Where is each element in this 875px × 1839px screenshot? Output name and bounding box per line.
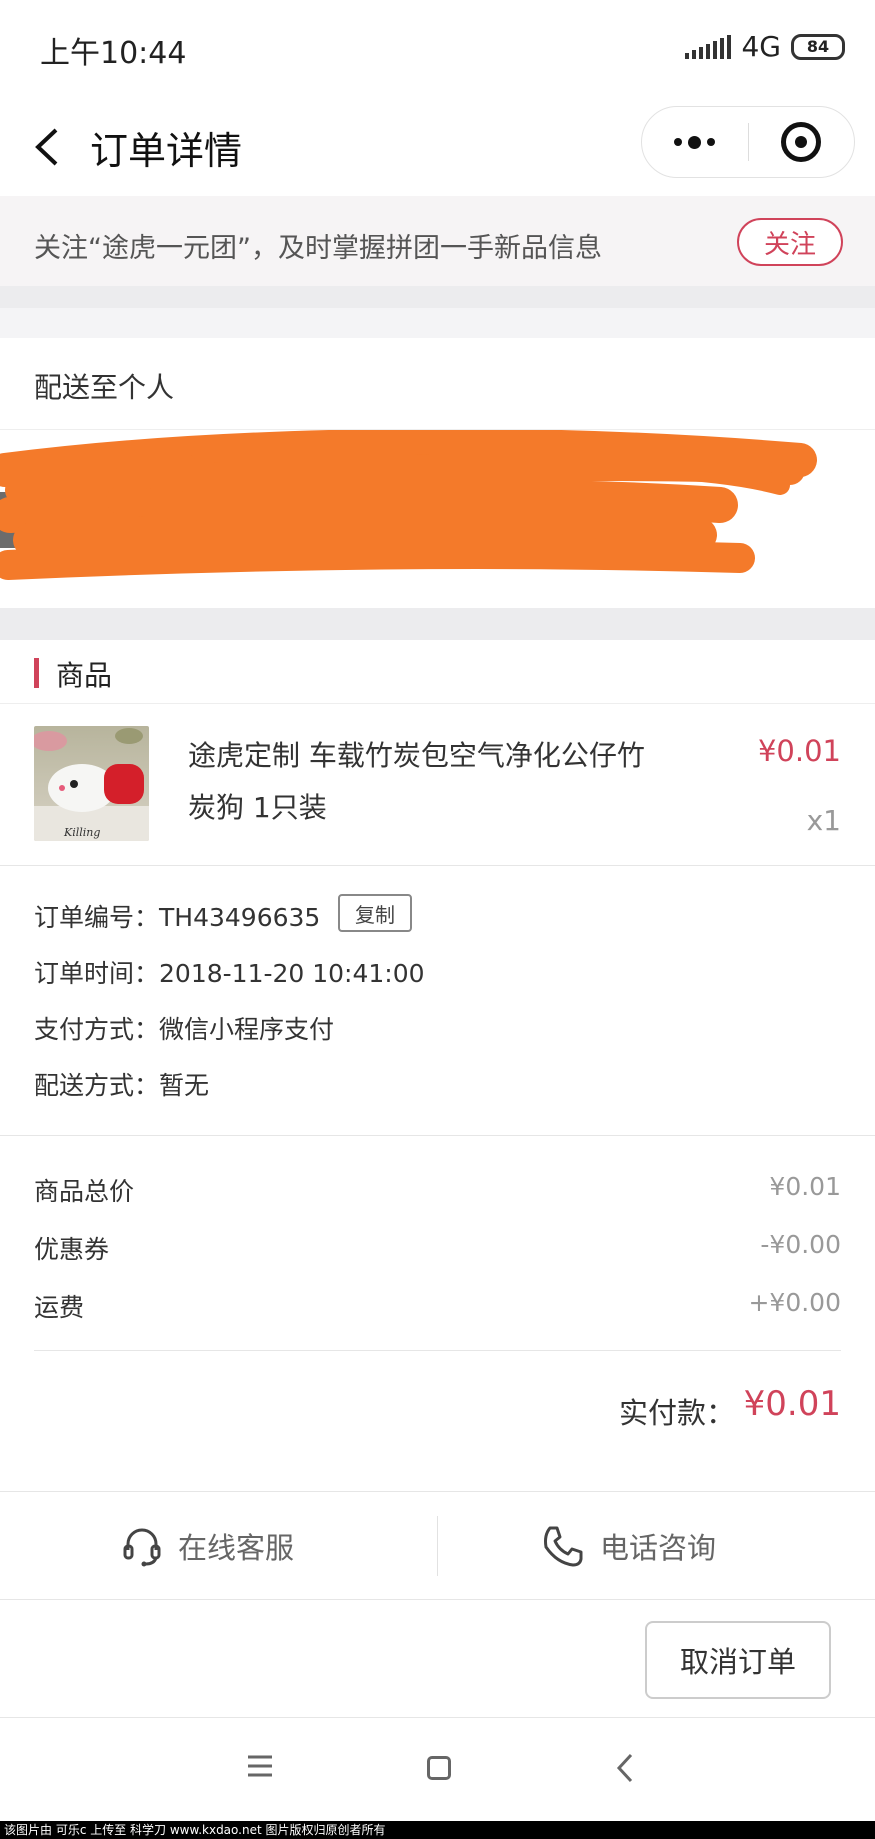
system-nav-bar <box>0 1718 875 1821</box>
shipping-method-row: 配送方式：暂无 <box>34 1066 209 1102</box>
shipping-method-label: 配送方式： <box>34 1071 160 1100</box>
product-thumbnail-caption: Killing <box>63 826 100 839</box>
status-bar: 上午10:44 4G 84 <box>0 0 875 96</box>
product-price: ¥0.01 <box>757 734 841 768</box>
more-dots-icon <box>674 135 716 149</box>
accent-bar <box>34 658 39 688</box>
goods-section-title: 商品 <box>56 659 113 692</box>
delivery-type: 配送至个人 <box>0 338 875 430</box>
service-bar: 在线客服 电话咨询 <box>0 1492 875 1600</box>
redaction-scribble <box>0 430 817 580</box>
chevron-left-icon <box>35 128 58 166</box>
shipping-method: 暂无 <box>159 1071 210 1100</box>
cancel-order-button[interactable]: 取消订单 <box>645 1621 831 1699</box>
follow-banner-text: 关注“途虎一元团”，及时掌握拼团一手新品信息 <box>34 233 602 264</box>
paid-label: 实付款： <box>618 1396 735 1430</box>
order-number-row: 订单编号：TH43496635 <box>34 898 320 934</box>
battery-icon: 84 <box>791 33 845 60</box>
payment-method-row: 支付方式：微信小程序支付 <box>34 1010 334 1046</box>
phone-icon <box>544 1526 583 1567</box>
order-time-label: 订单时间： <box>34 959 160 988</box>
network-type: 4G <box>741 30 781 63</box>
goods-section-header: 商品 <box>0 640 875 704</box>
signal-icon <box>685 34 732 59</box>
subtotal-value: ¥0.01 <box>769 1172 841 1201</box>
subtotal-label: 商品总价 <box>34 1177 135 1206</box>
nav-bar: 订单详情 <box>0 96 875 196</box>
order-time-row: 订单时间：2018-11-20 10:41:00 <box>34 954 425 990</box>
copy-button[interactable]: 复制 <box>338 894 412 932</box>
order-actions: 取消订单 <box>0 1600 875 1718</box>
freight-label: 运费 <box>34 1293 85 1322</box>
menu-icon[interactable] <box>246 1754 274 1778</box>
watermark-text: 该图片由 可乐c 上传至 科学刀 www.kxdao.net 图片版权归原创者所… <box>0 1821 875 1839</box>
divider <box>34 1350 841 1351</box>
more-button[interactable] <box>642 107 748 177</box>
order-time: 2018-11-20 10:41:00 <box>159 959 425 988</box>
coupon-value: -¥0.00 <box>760 1230 841 1259</box>
product-thumbnail: Killing <box>34 726 149 841</box>
section-divider <box>0 286 875 308</box>
online-service-button[interactable]: 在线客服 <box>120 1492 294 1600</box>
back-button[interactable] <box>28 122 68 172</box>
phone-consult-label: 电话咨询 <box>600 1531 717 1565</box>
address-card[interactable] <box>0 430 875 608</box>
product-name: 途虎定制 车载竹炭包空气净化公仔竹炭狗 1只装 <box>188 739 645 824</box>
system-back-icon[interactable] <box>614 1752 636 1784</box>
status-time: 上午10:44 <box>40 36 187 71</box>
section-divider <box>0 308 875 338</box>
product-quantity: x1 <box>806 804 841 837</box>
follow-banner: 关注“途虎一元团”，及时掌握拼团一手新品信息 关注 <box>0 196 875 286</box>
follow-button[interactable]: 关注 <box>737 218 843 266</box>
paid-value: ¥0.01 <box>743 1384 841 1424</box>
product-item[interactable]: Killing 途虎定制 车载竹炭包空气净化公仔竹炭狗 1只装 ¥0.01 x1 <box>0 704 875 866</box>
order-info: 订单编号：TH43496635 复制 订单时间：2018-11-20 10:41… <box>0 866 875 1136</box>
phone-consult-button[interactable]: 电话咨询 <box>540 1492 716 1600</box>
coupon-label: 优惠券 <box>34 1235 110 1264</box>
payment-method: 微信小程序支付 <box>159 1015 335 1044</box>
price-summary: 商品总价 ¥0.01 优惠券 -¥0.00 运费 +¥0.00 实付款： ¥0.… <box>0 1136 875 1492</box>
mini-program-capsule <box>641 106 855 178</box>
target-icon <box>781 122 822 162</box>
section-divider <box>0 608 875 640</box>
delivery-type-label: 配送至个人 <box>34 371 175 404</box>
page-title: 订单详情 <box>90 129 243 173</box>
close-mini-program-button[interactable] <box>749 107 855 177</box>
home-square-icon[interactable] <box>427 1756 451 1780</box>
order-number-label: 订单编号： <box>34 903 160 932</box>
online-service-label: 在线客服 <box>178 1531 295 1565</box>
order-number: TH43496635 <box>159 903 321 932</box>
battery-level: 84 <box>806 37 830 56</box>
freight-value: +¥0.00 <box>748 1288 841 1317</box>
status-indicators: 4G 84 <box>685 30 845 63</box>
headset-icon <box>123 1528 161 1567</box>
payment-method-label: 支付方式： <box>34 1015 160 1044</box>
